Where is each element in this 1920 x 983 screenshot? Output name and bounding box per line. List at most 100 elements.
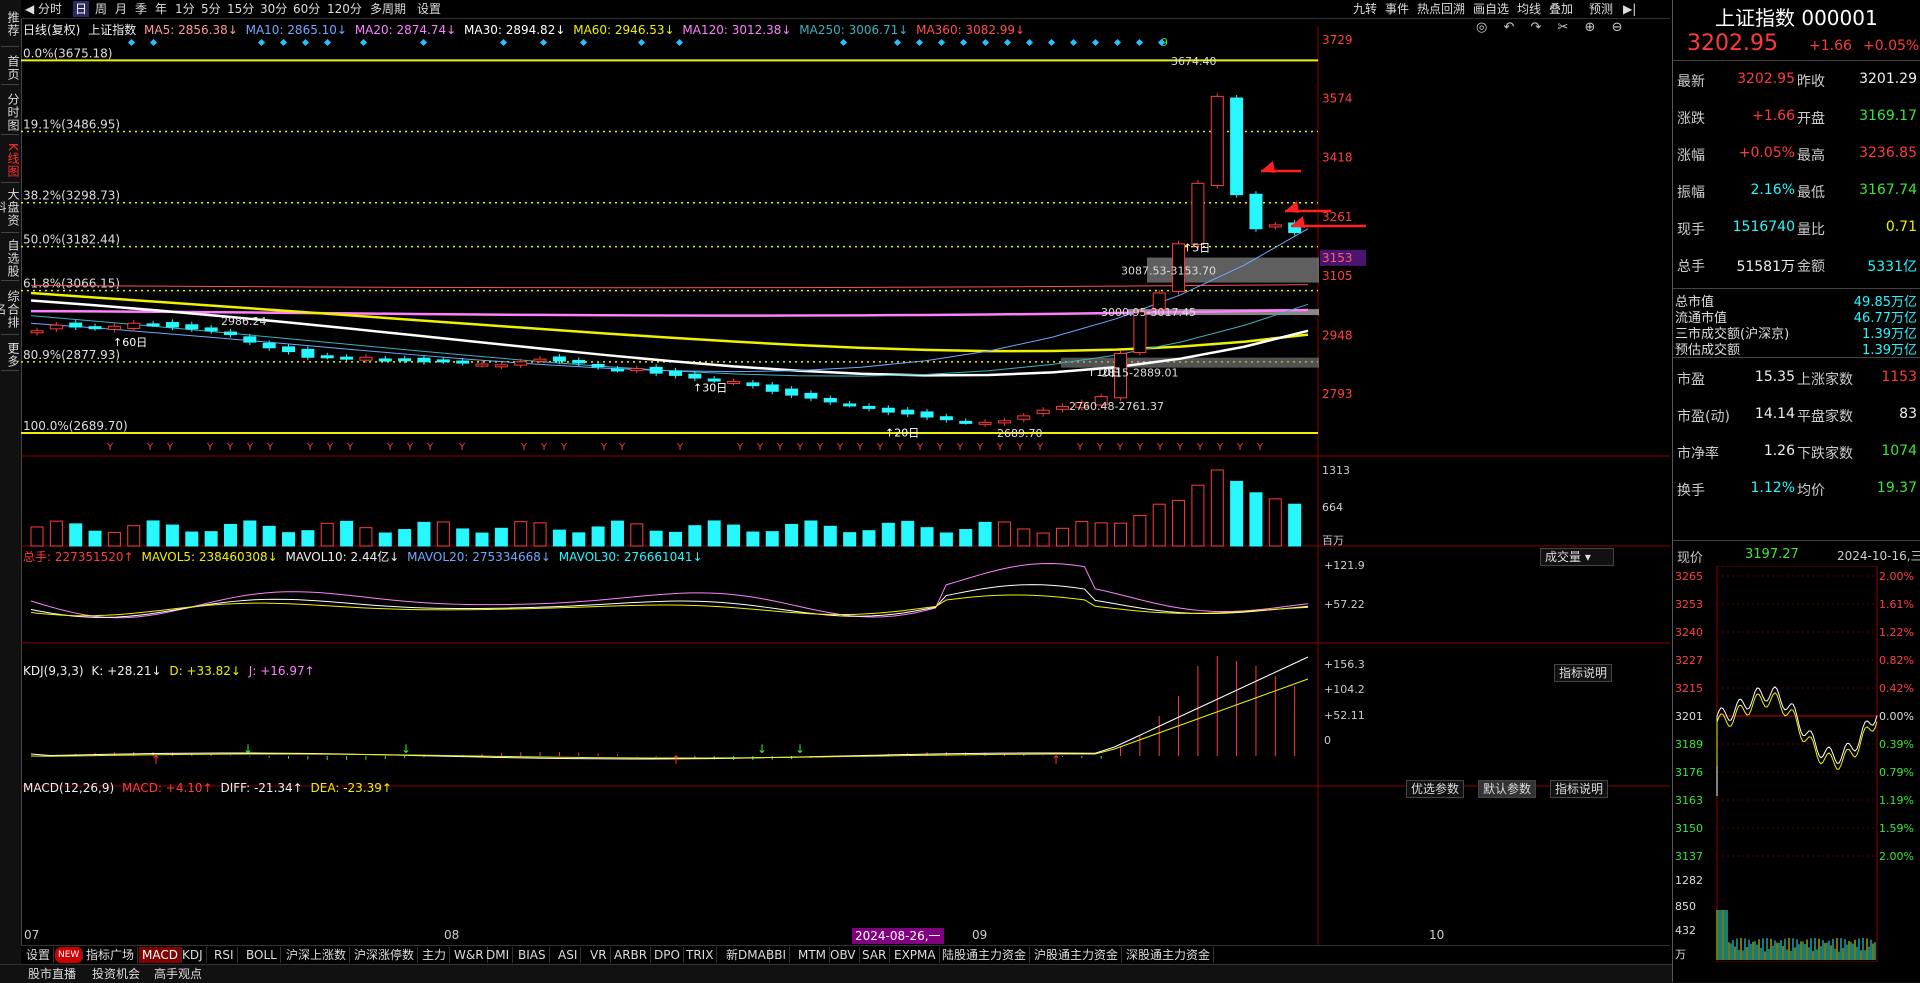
- day-marker: ↑60日: [113, 336, 147, 349]
- y-marker: Y: [856, 442, 864, 453]
- indicator-tab[interactable]: 陆股通主力资金: [939, 947, 1031, 963]
- indicator-tab[interactable]: MACD: [139, 947, 182, 963]
- chart-grid: [21, 26, 1670, 952]
- sidebar-item-watchlist[interactable]: 自选股: [1, 236, 20, 281]
- volume-bar: [920, 527, 934, 547]
- period-60min[interactable]: 60分: [291, 1, 322, 17]
- indicator-tab[interactable]: TRIX: [683, 947, 718, 963]
- intraday-mini-chart[interactable]: 3265 2.00% 3253 1.61% 3240 1.22% 3227 0.82% 3215…: [1673, 566, 1920, 962]
- macd-help-button[interactable]: 指标说明: [1550, 780, 1609, 798]
- period-15min[interactable]: 15分: [225, 1, 256, 17]
- indicator-tab[interactable]: NEW: [55, 947, 84, 963]
- ma-button[interactable]: 均线: [1515, 1, 1543, 17]
- period-30min[interactable]: 30分: [258, 1, 289, 17]
- indicator-tab[interactable]: 深股通主力资金: [1123, 947, 1215, 963]
- x-label-09: 09: [972, 928, 988, 942]
- indicator-tab[interactable]: 主力: [419, 947, 451, 963]
- sidebar-item-intraday[interactable]: 分时图: [1, 90, 20, 135]
- forecast-button[interactable]: 预测: [1587, 1, 1615, 17]
- indicator-tab[interactable]: EXPMA: [891, 947, 940, 963]
- indicator-tab[interactable]: BBI: [763, 947, 791, 963]
- macd-default-params-button[interactable]: 默认参数: [1478, 780, 1537, 798]
- sidebar-item-home[interactable]: 首页: [1, 52, 20, 85]
- period-5min[interactable]: 5分: [199, 1, 223, 17]
- kline-chart-area[interactable]: 0.0%(3675.18) 19.1%(3486.95) 38.2%(3298.73…: [21, 19, 1670, 959]
- y-marker: Y: [560, 442, 568, 453]
- period-month[interactable]: 月: [113, 1, 129, 17]
- indicator-tab[interactable]: SAR: [859, 947, 891, 963]
- volume-bar: [359, 527, 373, 547]
- period-year[interactable]: 年: [153, 1, 169, 17]
- macd-optimal-params-button[interactable]: 优选参数: [1406, 780, 1465, 798]
- indicator-tab[interactable]: 指标广场: [83, 947, 139, 963]
- indicator-tab[interactable]: BOLL: [243, 947, 281, 963]
- sidebar-item-more[interactable]: 更多: [1, 340, 20, 371]
- prev-icon[interactable]: ◀: [23, 1, 36, 17]
- period-multi[interactable]: 多周期: [368, 1, 408, 17]
- expert-link[interactable]: 高手观点: [154, 966, 202, 982]
- next-icon[interactable]: ▶|: [1621, 1, 1638, 17]
- candle-body: [688, 373, 702, 379]
- sell-signal: ↓: [243, 742, 253, 756]
- indicator-tab[interactable]: 设置: [23, 947, 55, 963]
- settings-button[interactable]: 设置: [415, 1, 443, 17]
- buy-signal: ↑: [1051, 753, 1061, 767]
- sidebar-item-kline[interactable]: K线图: [1, 138, 20, 183]
- event-button[interactable]: 事件: [1383, 1, 1411, 17]
- indicator-tab[interactable]: BIAS: [515, 947, 550, 963]
- nine-turn-button[interactable]: 九转: [1351, 1, 1379, 17]
- signal-diamond: [1069, 38, 1078, 47]
- indicator-tab[interactable]: ARBR: [611, 947, 652, 963]
- macd-tick: +52.11: [1324, 709, 1365, 722]
- period-120min[interactable]: 120分: [325, 1, 364, 17]
- sidebar-item-market-info[interactable]: 大盘资料: [0, 182, 20, 233]
- indicator-tab[interactable]: OBV: [827, 947, 860, 963]
- quote-k2: 平盘家数: [1797, 409, 1853, 425]
- candle-body: [1230, 97, 1244, 196]
- y-marker: Y: [458, 442, 466, 453]
- candle-body: [533, 358, 547, 362]
- draw-watch-button[interactable]: 画自选: [1471, 1, 1511, 17]
- indicator-tab[interactable]: 沪股通主力资金: [1031, 947, 1123, 963]
- indicator-tab[interactable]: ASI: [555, 947, 582, 963]
- opportunity-link[interactable]: 投资机会: [92, 966, 140, 982]
- volume-bar: [881, 522, 895, 547]
- mini-right-tick: 0.00%: [1879, 710, 1914, 723]
- period-quarter[interactable]: 季: [133, 1, 149, 17]
- period-intraday[interactable]: 分时: [36, 1, 64, 17]
- kdj-k-line: [30, 584, 1309, 618]
- live-link[interactable]: 股市直播: [28, 966, 76, 982]
- quote-v1: 14.14: [1754, 406, 1795, 422]
- sidebar-item-recommend[interactable]: 推荐: [1, 2, 20, 47]
- hot-review-button[interactable]: 热点回溯: [1415, 1, 1467, 17]
- overlay-button[interactable]: 叠加: [1547, 1, 1575, 17]
- volume-dropdown[interactable]: 成交量 ▾: [1540, 548, 1614, 566]
- indicator-tab[interactable]: KDJ: [179, 947, 207, 963]
- indicator-tab[interactable]: RSI: [211, 947, 238, 963]
- indicator-tab[interactable]: 沪深涨停数: [351, 947, 419, 963]
- indicator-tab[interactable]: VR: [587, 947, 611, 963]
- mavol30-value: MAVOL30: 276661041↓: [558, 550, 703, 564]
- candle-body: [901, 409, 915, 415]
- mv-value: 1.39万亿: [1862, 343, 1917, 358]
- quote-header: 上证指数 000001 3202.95 +1.66 +0.05%: [1673, 0, 1920, 61]
- indicator-tab[interactable]: DPO: [651, 947, 684, 963]
- indicator-tab[interactable]: MTM: [795, 947, 831, 963]
- period-1min[interactable]: 1分: [173, 1, 197, 17]
- volume-bar: [475, 532, 489, 547]
- quote-k1: 振幅: [1677, 185, 1705, 201]
- y-marker: Y: [816, 442, 824, 453]
- mini-left-tick: 3215: [1675, 682, 1703, 695]
- kdj-legend: KDJ(9,3,3) K: +28.21↓ D: +33.82↓ J: +16.…: [23, 664, 319, 678]
- volume-bar: [804, 520, 818, 547]
- candle-body: [359, 356, 373, 361]
- period-day[interactable]: 日: [73, 1, 90, 17]
- sidebar-item-ranking[interactable]: 综合排名: [0, 284, 20, 335]
- y-marker: Y: [306, 442, 314, 453]
- kdj-help-button[interactable]: 指标说明: [1554, 664, 1613, 682]
- indicator-tab[interactable]: DMI: [483, 947, 514, 963]
- indicator-tab[interactable]: 沪深上涨数: [283, 947, 351, 963]
- volume-bar: [146, 520, 160, 547]
- period-week[interactable]: 周: [93, 1, 109, 17]
- quote-v2: 1074: [1881, 443, 1917, 459]
